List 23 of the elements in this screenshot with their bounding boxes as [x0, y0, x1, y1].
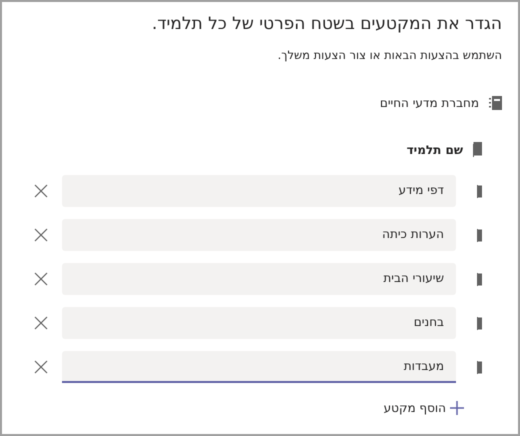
- close-icon[interactable]: [34, 184, 48, 198]
- student-name-label: שם תלמיד: [406, 142, 463, 156]
- instructions-text: השתמש בהצעות הבאות או צור הצעות משלך.: [276, 48, 502, 62]
- section-group-icon: [473, 142, 482, 157]
- section-name-field[interactable]: מעבדות: [62, 351, 456, 383]
- close-icon[interactable]: [34, 360, 48, 374]
- add-section-button[interactable]: הוסף מקטע: [384, 401, 464, 415]
- plus-icon: [450, 401, 464, 415]
- section-name-field[interactable]: הערות כיתה: [62, 219, 456, 251]
- section-marker-icon: [476, 272, 482, 286]
- close-icon[interactable]: [34, 272, 48, 286]
- section-marker-icon: [476, 316, 482, 330]
- close-icon[interactable]: [34, 228, 48, 242]
- section-marker-icon: [476, 360, 482, 374]
- section-name-field[interactable]: בחנים: [62, 307, 456, 339]
- section-marker-icon: [476, 184, 482, 198]
- page-title: הגדר את המקטעים בשטח הפרטי של כל תלמיד.: [150, 13, 502, 36]
- close-icon[interactable]: [34, 316, 48, 330]
- section-name-field[interactable]: שיעורי הבית: [62, 263, 456, 295]
- section-name-field[interactable]: דפי מידע: [62, 175, 456, 207]
- section-marker-icon: [476, 228, 482, 242]
- notebook-icon: [489, 96, 502, 110]
- notebook-name: מחברת מדעי החיים: [380, 96, 479, 110]
